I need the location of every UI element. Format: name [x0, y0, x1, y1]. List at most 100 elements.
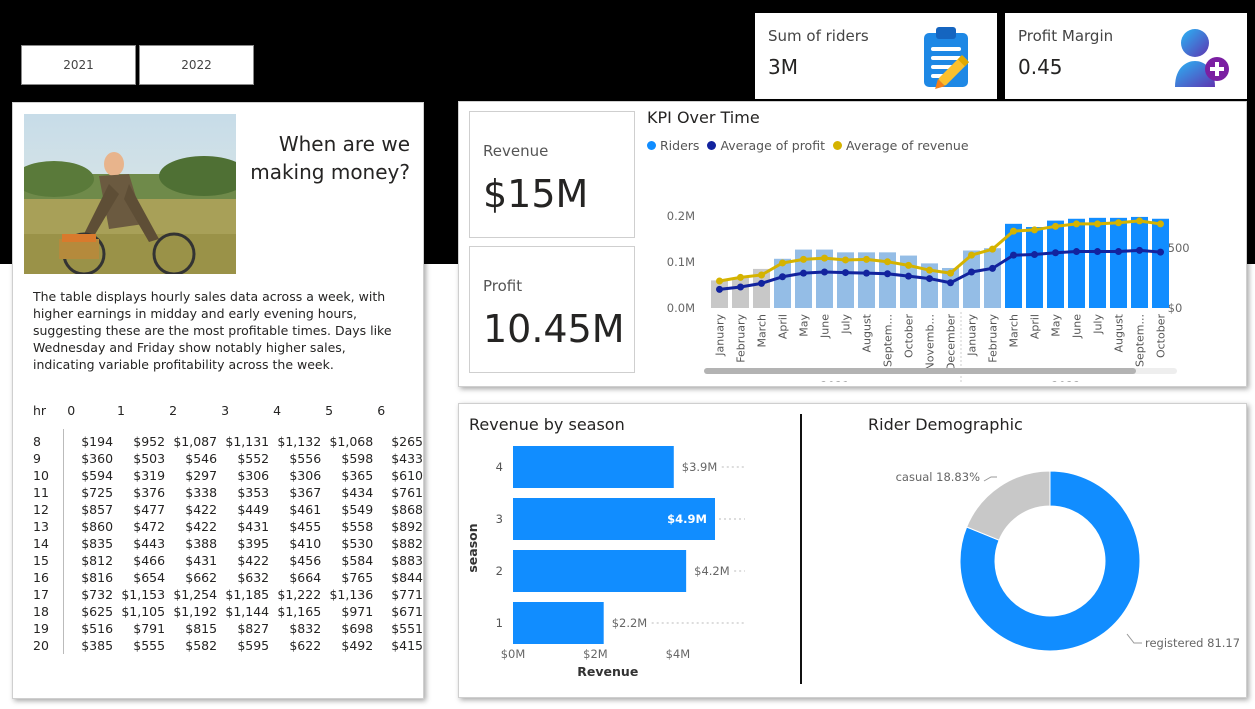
riders-bar — [711, 280, 728, 308]
year-2021-button[interactable]: 2021 — [21, 45, 136, 85]
sales-cell: $558 — [341, 519, 374, 534]
table-body: 8 $194 $952 $1,087 $1,131 $1,132 $1,068 $265 9 $3… — [33, 429, 423, 654]
year-group-label: 2021 — [820, 379, 849, 382]
sales-cell: $549 — [341, 502, 374, 517]
season-bar — [513, 602, 604, 644]
column-header[interactable]: 6 — [373, 403, 423, 429]
kpi-title: Sum of riders — [768, 27, 869, 45]
sales-cell: $265 — [391, 434, 423, 449]
profit-point — [905, 272, 912, 280]
heading-line-2: making money? — [250, 160, 410, 184]
column-header[interactable]: 3 — [217, 403, 269, 429]
kpi-over-time-chart[interactable]: 0.0M0.1M0.2M$0$500January February March Ap… — [639, 160, 1239, 382]
column-header[interactable]: 0 — [63, 403, 113, 429]
year-2022-button[interactable]: 2022 — [139, 45, 254, 85]
month-label: May — [798, 314, 811, 337]
hour-cell: 19 — [33, 620, 64, 637]
season-label: 2 — [496, 564, 503, 578]
hour-cell: 14 — [33, 535, 64, 552]
profit-point — [1052, 249, 1059, 257]
user-add-icon — [1175, 29, 1229, 87]
revenue-point — [884, 258, 891, 266]
money-timing-panel: When are we making money? The table disp… — [12, 102, 424, 699]
sales-cell: $1,087 — [173, 434, 218, 449]
revenue-point — [779, 259, 786, 267]
clipboard-pencil-icon — [924, 27, 970, 89]
table-row: 12 $857 $477 $422 $449 $461 $549 $868 — [33, 501, 423, 518]
sales-cell: $551 — [391, 621, 423, 636]
revenue-point — [905, 261, 912, 269]
table-row: 8 $194 $952 $1,087 $1,131 $1,132 $1,068 $265 — [33, 429, 423, 450]
table-row: 13 $860 $472 $422 $431 $455 $558 $892 — [33, 518, 423, 535]
kpi-title: Profit Margin — [1018, 27, 1114, 45]
column-header[interactable]: 4 — [269, 403, 321, 429]
rider-demographic-chart[interactable]: registered 81.17% casual 18.83% — [809, 444, 1239, 684]
y-axis-title: season — [465, 523, 480, 572]
sales-cell: $595 — [237, 638, 270, 653]
sales-cell: $816 — [81, 570, 114, 585]
sales-cell: $654 — [133, 570, 166, 585]
month-label: April — [1029, 314, 1042, 339]
sales-cell: $365 — [341, 468, 374, 483]
table-row: 15 $812 $466 $431 $422 $456 $584 $883 — [33, 552, 423, 569]
legend-revenue[interactable]: Average of revenue — [833, 138, 969, 153]
profit-point — [947, 279, 954, 287]
revenue-point — [947, 269, 954, 277]
sales-cell: $552 — [237, 451, 270, 466]
sales-cell: $582 — [185, 638, 218, 653]
month-label: February — [987, 314, 1000, 363]
sales-cell: $367 — [289, 485, 322, 500]
sales-cell: $297 — [185, 468, 218, 483]
sales-cell: $1,222 — [277, 587, 322, 602]
x-axis-tick: $4M — [666, 647, 691, 661]
sales-cell: $555 — [133, 638, 166, 653]
sales-cell: $664 — [289, 570, 322, 585]
sales-cell: $306 — [237, 468, 270, 483]
profit-value: 10.45M — [483, 307, 625, 351]
casual-label: casual 18.83% — [896, 470, 980, 484]
panel-heading: When are we making money? — [245, 130, 410, 186]
table-row: 14 $835 $443 $388 $395 $410 $530 $882 — [33, 535, 423, 552]
hourly-sales-table: hr 0 1 2 3 4 5 6 8 $194 $952 $1,087 $1,131 $1… — [33, 403, 423, 654]
hour-cell: 18 — [33, 603, 64, 620]
season-value-label: $4.2M — [694, 564, 730, 578]
sales-cell: $546 — [185, 451, 218, 466]
sales-cell: $815 — [185, 621, 218, 636]
hour-cell: 15 — [33, 552, 64, 569]
sales-cell: $827 — [237, 621, 270, 636]
month-label: March — [756, 314, 769, 348]
table-row: 20 $385 $555 $582 $595 $622 $492 $415 — [33, 637, 423, 654]
month-label: March — [1008, 314, 1021, 348]
month-label: July — [1092, 314, 1105, 335]
sales-cell: $422 — [185, 502, 218, 517]
revenue-point — [821, 254, 828, 262]
sales-cell: $422 — [237, 553, 270, 568]
left-axis-tick: 0.2M — [667, 209, 695, 223]
season-label: 4 — [496, 460, 503, 474]
table-header-row: hr 0 1 2 3 4 5 6 — [33, 403, 423, 429]
revenue-by-season-chart[interactable]: 4 $3.9M 3 $4.9M 2 $4.2M 1 $2.2M $0M $2M $4M Revenue… — [465, 438, 795, 684]
profit-point — [884, 270, 891, 278]
sales-cell: $1,136 — [329, 587, 374, 602]
sales-cell: $492 — [341, 638, 374, 653]
sales-cell: $388 — [185, 536, 218, 551]
sales-cell: $456 — [289, 553, 322, 568]
column-header[interactable]: 5 — [321, 403, 373, 429]
legend-riders[interactable]: Riders — [647, 138, 699, 153]
column-header[interactable]: hr — [33, 403, 63, 429]
riders-bar — [1089, 217, 1106, 308]
sales-cell: $812 — [81, 553, 114, 568]
profit-point — [1094, 248, 1101, 256]
sales-cell: $360 — [81, 451, 114, 466]
registered-leader — [1126, 633, 1142, 644]
sales-cell: $725 — [81, 485, 114, 500]
season-value-label: $3.9M — [682, 460, 718, 474]
profit-point — [1010, 251, 1017, 259]
column-header[interactable]: 2 — [165, 403, 217, 429]
season-value-label: $4.9M — [667, 512, 707, 526]
sales-cell: $556 — [289, 451, 322, 466]
hour-cell: 17 — [33, 586, 64, 603]
table-row: 9 $360 $503 $546 $552 $556 $598 $433 — [33, 450, 423, 467]
column-header[interactable]: 1 — [113, 403, 165, 429]
legend-profit[interactable]: Average of profit — [707, 138, 825, 153]
